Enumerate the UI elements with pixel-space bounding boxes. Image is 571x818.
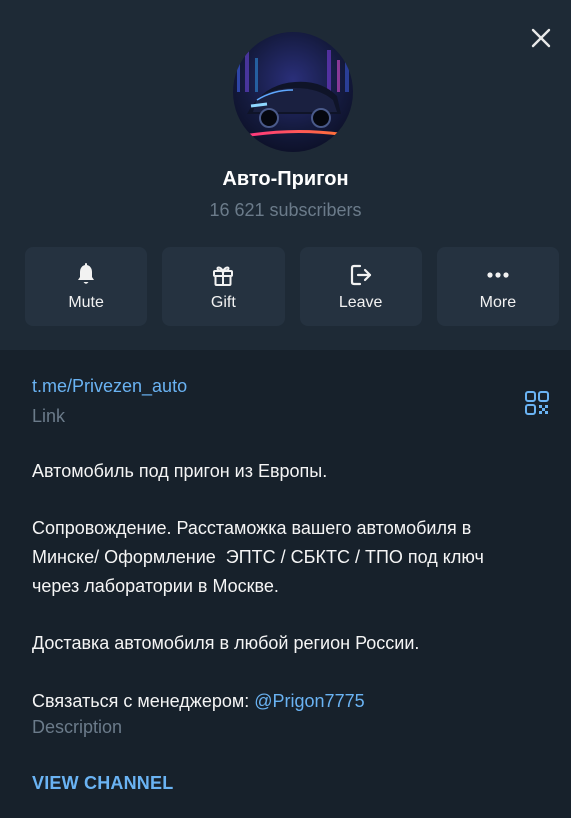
gift-label: Gift (210, 294, 236, 311)
bell-icon (72, 261, 100, 289)
description-line: Автомобиль под пригон из Европы. (32, 461, 328, 481)
channel-description: Автомобиль под пригон из Европы. Сопрово… (32, 457, 542, 715)
leave-label: Leave (338, 294, 383, 311)
more-button[interactable]: More (436, 247, 559, 326)
link-caption: Link (32, 406, 66, 426)
channel-title: Авто-Пригон (222, 168, 349, 190)
leave-icon (347, 261, 375, 289)
description-line: Доставка автомобиля в любой регион Росси… (32, 633, 420, 654)
action-bar: Mute Gift Leave More (25, 247, 559, 327)
manager-mention-link[interactable]: @Prigon7775 (254, 691, 364, 711)
view-channel-button[interactable]: VIEW CHANNEL (32, 773, 173, 794)
description-line: Минске/ Оформление ЭПТС / СБКТС / ТПО по… (32, 547, 484, 568)
description-caption: Description (32, 717, 123, 738)
more-label: More (479, 294, 517, 311)
channel-info: t.me/Privezen_auto Link Автомобиль под п… (32, 376, 542, 738)
gift-icon (209, 261, 237, 289)
mute-button[interactable]: Mute (25, 247, 148, 326)
close-button[interactable] (525, 22, 557, 54)
leave-button[interactable]: Leave (299, 247, 422, 326)
channel-avatar[interactable] (233, 32, 353, 152)
channel-link[interactable]: t.me/Privezen_auto (32, 376, 187, 397)
description-line: Сопровождение. Расстаможка вашего автомо… (32, 518, 472, 539)
subscriber-count: 16 621 subscribers (209, 200, 362, 220)
gift-button[interactable]: Gift (162, 247, 285, 326)
description-line: через лаборатории в Москве. (32, 575, 279, 596)
contact-prefix: Связаться с менеджером: (32, 690, 255, 711)
more-dots-icon (484, 261, 512, 289)
mute-label: Mute (68, 294, 104, 311)
close-icon (531, 28, 551, 48)
contact-line: Связаться с менеджером: @Prigon7775 (32, 687, 542, 716)
